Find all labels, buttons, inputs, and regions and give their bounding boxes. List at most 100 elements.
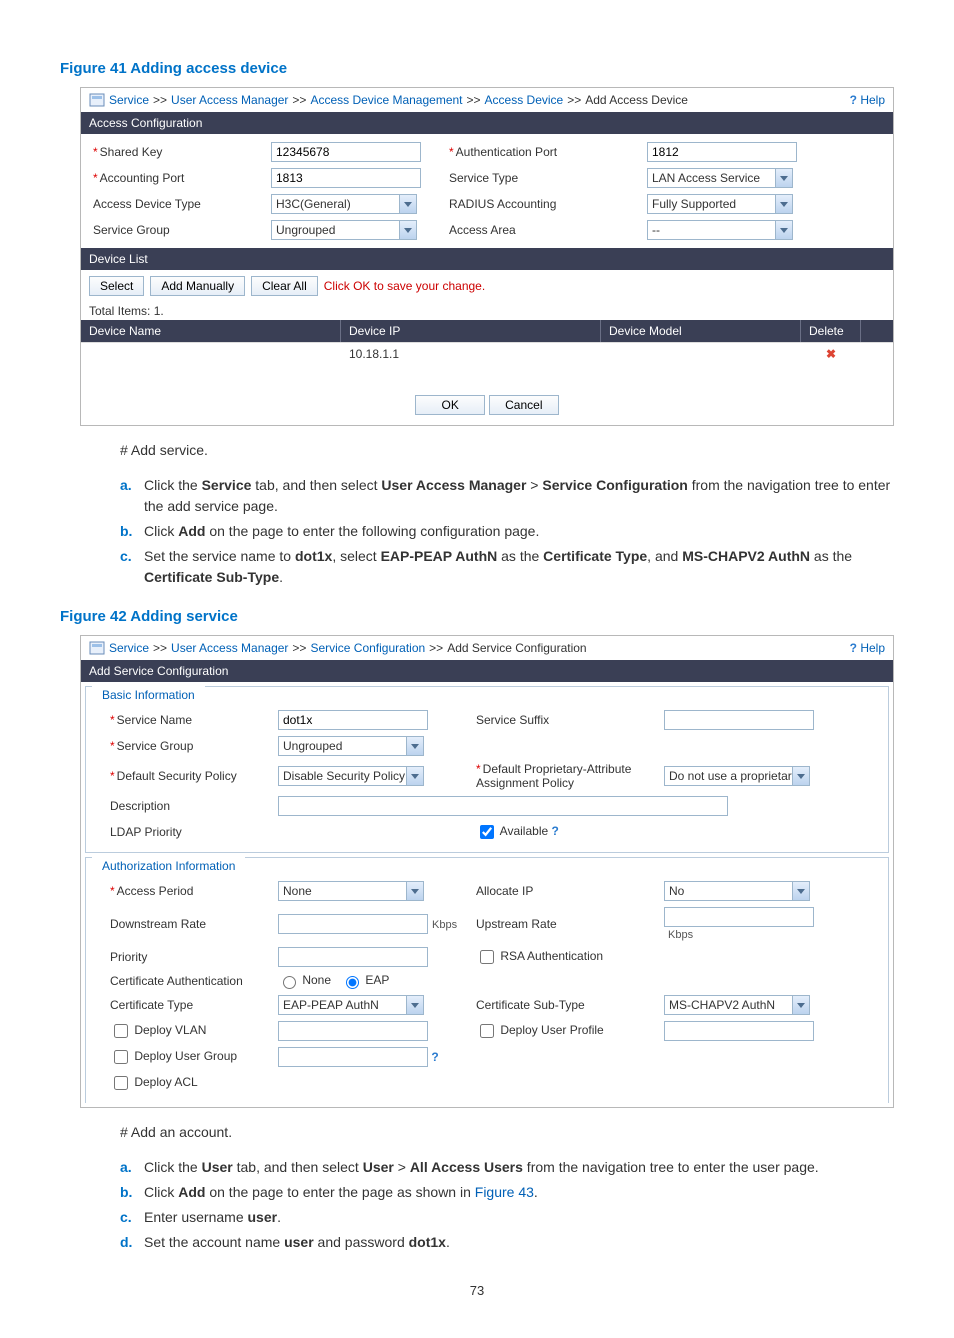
lbl-cert-subtype: Certificate Sub-Type xyxy=(476,998,656,1012)
figure-42-title: Figure 42 Adding service xyxy=(60,608,894,625)
chevron-down-icon xyxy=(406,737,423,755)
crumb-uam[interactable]: User Access Manager xyxy=(171,641,288,655)
save-hint: Click OK to save your change. xyxy=(324,279,485,293)
shared-key-input[interactable] xyxy=(271,142,421,162)
radius-acct-select[interactable]: Fully Supported xyxy=(647,194,793,214)
crumb-adm[interactable]: Access Device Management xyxy=(310,93,462,107)
app-icon xyxy=(89,92,105,108)
access-area-value: -- xyxy=(652,223,660,237)
lbl-available: Available xyxy=(500,824,548,838)
deploy-user-profile-input[interactable] xyxy=(664,1021,814,1041)
crumb-ad[interactable]: Access Device xyxy=(485,93,564,107)
fig42-panel: Service >> User Access Manager >> Servic… xyxy=(80,635,894,1108)
chevron-down-icon xyxy=(775,195,792,213)
kbps-label: Kbps xyxy=(432,919,457,931)
crumb-sc[interactable]: Service Configuration xyxy=(310,641,425,655)
default-prop-attr-select[interactable]: Do not use a proprietar xyxy=(664,766,810,786)
deploy-vlan-input[interactable] xyxy=(278,1021,428,1041)
cell-device-ip: 10.18.1.1 xyxy=(341,343,601,365)
access-area-select[interactable]: -- xyxy=(647,220,793,240)
doc-add-account: # Add an account. a. Click the User tab,… xyxy=(120,1122,894,1253)
service-group-select[interactable]: Ungrouped xyxy=(271,220,417,240)
lbl-service-type: Service Type xyxy=(449,171,639,185)
crumb-sep: >> xyxy=(292,641,306,655)
deploy-acl-checkbox[interactable] xyxy=(114,1076,128,1090)
description-input[interactable] xyxy=(278,796,728,816)
clear-all-button[interactable]: Clear All xyxy=(251,276,318,296)
lbl-cert-none: None xyxy=(302,973,331,987)
access-config-header: Access Configuration xyxy=(81,112,893,134)
crumb-sep: >> xyxy=(292,93,306,107)
help-link[interactable]: ? Help xyxy=(850,641,885,655)
crumb-service[interactable]: Service xyxy=(109,93,149,107)
default-sec-policy-value: Disable Security Policy xyxy=(283,769,405,783)
service-suffix-input[interactable] xyxy=(664,710,814,730)
priority-input[interactable] xyxy=(278,947,428,967)
step-a: a. Click the Service tab, and then selec… xyxy=(120,475,894,517)
help-label: Help xyxy=(860,93,885,107)
lbl-cert-type: Certificate Type xyxy=(110,998,270,1012)
lbl-deploy-user-profile: Deploy User Profile xyxy=(500,1023,603,1037)
col-delete: Delete xyxy=(801,320,861,342)
allocate-ip-value: No xyxy=(669,884,684,898)
upstream-rate-input[interactable] xyxy=(664,907,814,927)
device-list-toolbar: Select Add Manually Clear All Click OK t… xyxy=(81,270,893,302)
cert-subtype-select[interactable]: MS-CHAPV2 AuthN xyxy=(664,995,810,1015)
cancel-button[interactable]: Cancel xyxy=(489,395,559,415)
chevron-down-icon xyxy=(406,767,423,785)
chevron-down-icon xyxy=(775,221,792,239)
rsa-auth-checkbox[interactable] xyxy=(480,950,494,964)
fig42-breadcrumb: Service >> User Access Manager >> Servic… xyxy=(81,636,893,660)
allocate-ip-select[interactable]: No xyxy=(664,881,810,901)
service-group-value: Ungrouped xyxy=(283,739,342,753)
access-config-form: *Shared Key *Authentication Port *Accoun… xyxy=(81,134,893,248)
crumb-uam[interactable]: User Access Manager xyxy=(171,93,288,107)
available-checkbox[interactable] xyxy=(480,825,494,839)
crumb-sep: >> xyxy=(567,93,581,107)
deploy-user-group-checkbox[interactable] xyxy=(114,1050,128,1064)
service-group-value: Ungrouped xyxy=(276,223,335,237)
service-type-select[interactable]: LAN Access Service xyxy=(647,168,793,188)
downstream-rate-input[interactable] xyxy=(278,914,428,934)
deploy-user-profile-checkbox[interactable] xyxy=(480,1024,494,1038)
add-manually-button[interactable]: Add Manually xyxy=(150,276,245,296)
cert-type-select[interactable]: EAP-PEAP AuthN xyxy=(278,995,424,1015)
ok-button[interactable]: OK xyxy=(415,395,485,415)
lbl-service-suffix: Service Suffix xyxy=(476,713,656,727)
step-c: c. Set the service name to dot1x, select… xyxy=(120,546,894,588)
crumb-service[interactable]: Service xyxy=(109,641,149,655)
doc-add-service: # Add service. a. Click the Service tab,… xyxy=(120,440,894,588)
cell-device-name xyxy=(81,343,341,365)
auth-port-input[interactable] xyxy=(647,142,797,162)
cert-auth-none-radio[interactable] xyxy=(283,976,296,989)
delete-icon[interactable]: ✖ xyxy=(801,343,861,365)
crumb-current: Add Access Device xyxy=(585,93,688,107)
chevron-down-icon xyxy=(775,169,792,187)
acct-port-input[interactable] xyxy=(271,168,421,188)
lbl-acct-port: Accounting Port xyxy=(100,171,185,185)
service-name-input[interactable] xyxy=(278,710,428,730)
help-label: Help xyxy=(860,641,885,655)
col-device-name: Device Name xyxy=(81,320,341,342)
basic-info-title: Basic Information xyxy=(92,684,205,706)
figure-41-title: Figure 41 Adding access device xyxy=(60,60,894,77)
figure-43-link[interactable]: Figure 43 xyxy=(475,1184,534,1200)
chevron-down-icon xyxy=(792,882,809,900)
select-button[interactable]: Select xyxy=(89,276,144,296)
deploy-vlan-checkbox[interactable] xyxy=(114,1024,128,1038)
chevron-down-icon xyxy=(399,195,416,213)
add-account-heading: # Add an account. xyxy=(120,1122,894,1143)
lbl-access-period: Access Period xyxy=(117,884,194,898)
default-sec-policy-select[interactable]: Disable Security Policy xyxy=(278,766,424,786)
access-period-select[interactable]: None xyxy=(278,881,424,901)
help-link[interactable]: ? Help xyxy=(850,93,885,107)
lbl-downstream-rate: Downstream Rate xyxy=(110,917,270,931)
lbl-service-group: Service Group xyxy=(93,223,263,237)
lbl-deploy-vlan: Deploy VLAN xyxy=(134,1023,206,1037)
info-icon: ? xyxy=(552,824,559,838)
access-device-type-select[interactable]: H3C(General) xyxy=(271,194,417,214)
cert-subtype-value: MS-CHAPV2 AuthN xyxy=(669,998,775,1012)
cert-auth-eap-radio[interactable] xyxy=(346,976,359,989)
deploy-user-group-input[interactable] xyxy=(278,1047,428,1067)
service-group-select[interactable]: Ungrouped xyxy=(278,736,424,756)
